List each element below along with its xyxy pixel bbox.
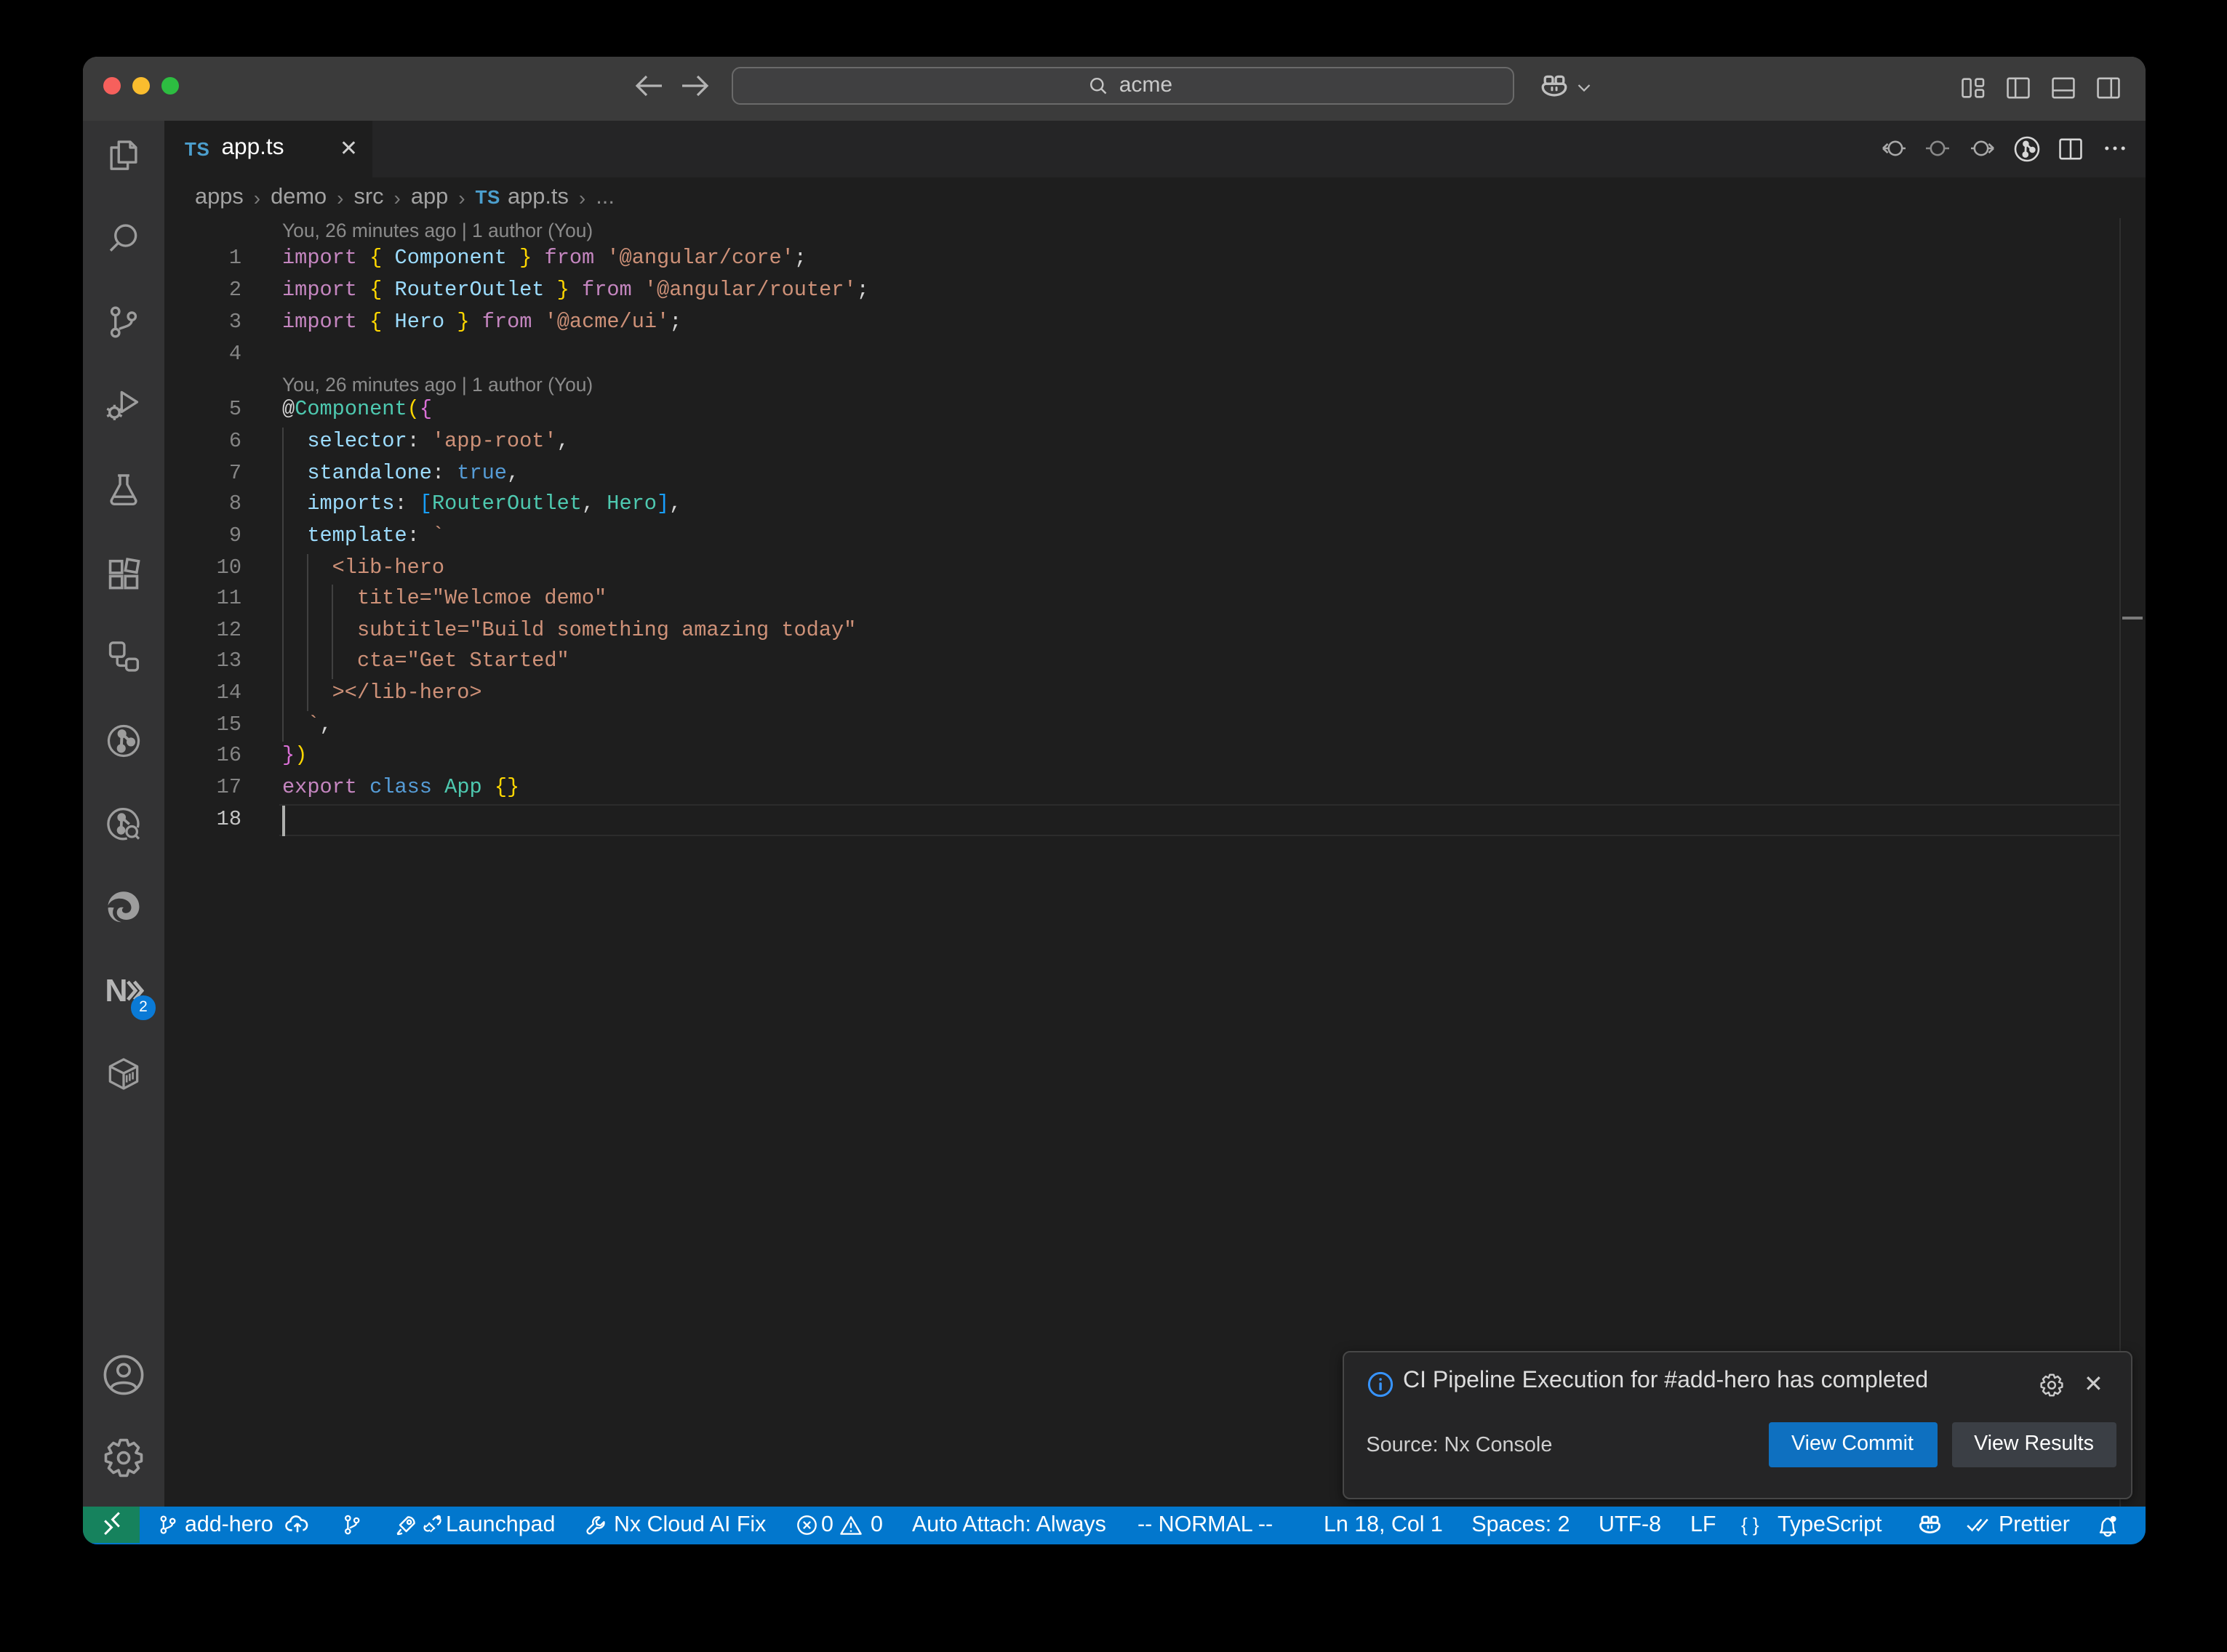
svg-text:N: N [105, 973, 127, 1008]
